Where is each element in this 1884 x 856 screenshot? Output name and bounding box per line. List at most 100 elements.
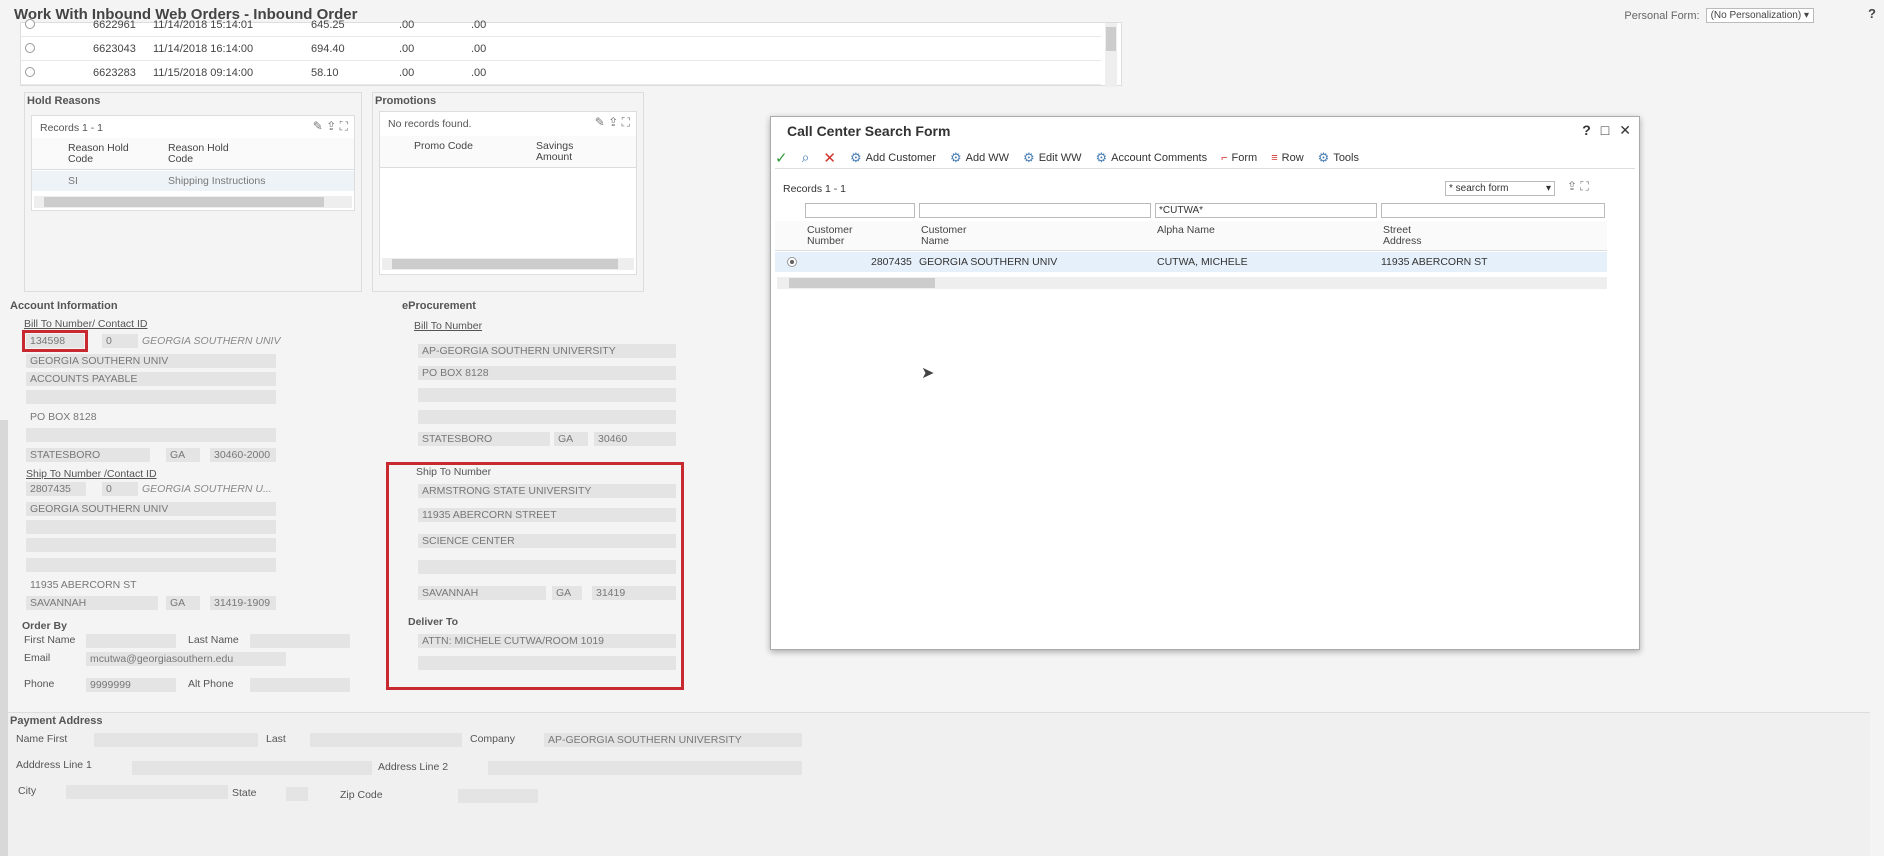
first-name-field[interactable] bbox=[86, 634, 176, 648]
grid-header: Promo Code Savings Amount bbox=[380, 136, 636, 168]
search-form-select[interactable]: * search form ▾ bbox=[1445, 181, 1555, 196]
edit-icon[interactable]: ✎ bbox=[313, 119, 323, 133]
expand-icon[interactable]: ⛶ bbox=[622, 115, 630, 129]
bill-line-4: PO BOX 8128 bbox=[30, 411, 97, 423]
search-icon[interactable]: ⌕ bbox=[802, 149, 810, 166]
zip-code-field[interactable] bbox=[458, 789, 538, 803]
edit-ww-button[interactable]: ⚙ Edit WW bbox=[1023, 150, 1081, 166]
hold-reasons-hscroll[interactable] bbox=[34, 196, 352, 208]
row-radio[interactable] bbox=[25, 19, 35, 29]
name-first-field[interactable] bbox=[94, 733, 258, 747]
deliver-to-label: Deliver To bbox=[408, 616, 458, 628]
payment-address-panel: Payment Address Name First Last Company … bbox=[8, 712, 1870, 856]
expand-icon[interactable]: ⛶ bbox=[340, 119, 348, 133]
account-comments-button[interactable]: ⚙ Account Comments bbox=[1095, 150, 1207, 166]
bill-to-number-field[interactable]: 134598 bbox=[26, 334, 84, 348]
personal-form-select[interactable]: (No Personalization) ▾ bbox=[1705, 8, 1814, 23]
row-radio[interactable] bbox=[25, 43, 35, 53]
bill-line-1: GEORGIA SOUTHERN UNIV bbox=[26, 354, 276, 368]
cancel-x-icon[interactable]: ✕ bbox=[823, 149, 836, 167]
call-center-search-dialog: Call Center Search Form ? □ ✕ ✓ ⌕ ✕ ⚙ Add… bbox=[770, 116, 1640, 650]
eproc-bill-to-label[interactable]: Bill To Number bbox=[414, 320, 482, 332]
close-icon[interactable]: ✕ bbox=[1619, 122, 1631, 139]
deliver-line-2 bbox=[418, 656, 676, 670]
zip-code-label: Zip Code bbox=[340, 789, 383, 801]
company-field[interactable]: AP-GEORGIA SOUTHERN UNIVERSITY bbox=[544, 733, 802, 747]
order-number: 6622961 bbox=[93, 19, 136, 31]
filter-street-address[interactable] bbox=[1381, 203, 1605, 218]
filter-customer-number[interactable] bbox=[805, 203, 915, 218]
row-menu[interactable]: ≡ Row bbox=[1271, 152, 1303, 164]
add-ww-button[interactable]: ⚙ Add WW bbox=[950, 150, 1009, 166]
bill-contact-field[interactable]: 0 bbox=[102, 334, 138, 348]
table-row[interactable]: 6622961 11/14/2018 15:14:01 645.25 .00 .… bbox=[21, 13, 1101, 37]
eproc-bill-state: GA bbox=[554, 432, 588, 446]
ship-to-number-field[interactable]: 2807435 bbox=[26, 482, 86, 496]
state-field[interactable] bbox=[286, 787, 308, 801]
tools-menu[interactable]: ⚙ Tools bbox=[1318, 150, 1359, 166]
grid-header: Reason Hold Code Reason Hold Code bbox=[32, 138, 354, 170]
export-icon[interactable]: ⇪ bbox=[1567, 179, 1577, 193]
col-promo-code: Promo Code bbox=[414, 140, 473, 152]
bill-line-3 bbox=[26, 390, 276, 404]
col-street-address: Street Address bbox=[1383, 224, 1422, 247]
eproc-ship-line-4 bbox=[418, 560, 676, 574]
export-icon[interactable]: ⇪ bbox=[608, 115, 618, 129]
promotions-hscroll[interactable] bbox=[382, 258, 634, 270]
filter-customer-name[interactable] bbox=[919, 203, 1151, 218]
eproc-bill-city: STATESBORO bbox=[418, 432, 550, 446]
table-row[interactable]: 6623043 11/14/2018 16:14:00 694.40 .00 .… bbox=[21, 37, 1101, 61]
last-name-label: Last Name bbox=[188, 634, 239, 646]
row-radio[interactable] bbox=[787, 257, 797, 267]
gear-icon: ⚙ bbox=[1317, 149, 1330, 165]
bill-to-label[interactable]: Bill To Number/ Contact ID bbox=[24, 318, 148, 330]
col-reason-hold-code-2: Reason Hold Code bbox=[168, 142, 229, 165]
records-count: Records 1 - 1 bbox=[40, 122, 104, 134]
ok-check-icon[interactable]: ✓ bbox=[775, 149, 788, 167]
filter-alpha-name[interactable]: *CUTWA* bbox=[1155, 203, 1377, 218]
eproc-bill-line-4 bbox=[418, 410, 676, 424]
ship-to-label[interactable]: Ship To Number /Contact ID bbox=[26, 468, 157, 480]
promotions-grid: No records found. ✎ ⇪ ⛶ Promo Code Savin… bbox=[379, 111, 637, 275]
eproc-ship-line-2: 11935 ABERCORN STREET bbox=[418, 508, 676, 522]
grid-tools: ⇪ ⛶ bbox=[1567, 179, 1589, 194]
last-name-field[interactable] bbox=[250, 634, 350, 648]
hold-reasons-title: Hold Reasons bbox=[27, 95, 101, 107]
table-row[interactable]: 2807435 GEORGIA SOUTHERN UNIV CUTWA, MIC… bbox=[775, 252, 1607, 272]
eproc-bill-line-3 bbox=[418, 388, 676, 402]
eproc-ship-city: SAVANNAH bbox=[418, 586, 546, 600]
orders-scrollbar[interactable] bbox=[1105, 23, 1117, 87]
help-icon[interactable]: ? bbox=[1868, 6, 1876, 21]
table-row[interactable]: SI Shipping Instructions bbox=[32, 171, 354, 191]
left-collapse-bar[interactable] bbox=[0, 420, 8, 856]
email-field[interactable]: mcutwa@georgiasouthern.edu bbox=[86, 652, 286, 666]
address-line-2-label: Address Line 2 bbox=[378, 761, 449, 773]
alt-phone-label: Alt Phone bbox=[188, 678, 234, 690]
account-info-title: Account Information bbox=[10, 300, 118, 312]
bill-zip: 30460-2000 bbox=[210, 448, 276, 462]
dialog-controls: ? □ ✕ bbox=[1582, 122, 1631, 139]
add-customer-button[interactable]: ⚙ Add Customer bbox=[850, 150, 936, 166]
expand-icon[interactable]: ⛶ bbox=[1580, 179, 1588, 193]
personal-form: Personal Form: (No Personalization) ▾ bbox=[1624, 8, 1814, 23]
export-icon[interactable]: ⇪ bbox=[326, 119, 336, 133]
grid-header: Customer Number Customer Name Alpha Name… bbox=[775, 221, 1607, 251]
alt-phone-field[interactable] bbox=[250, 678, 350, 692]
last-field[interactable] bbox=[310, 733, 462, 747]
maximize-icon[interactable]: □ bbox=[1601, 122, 1609, 139]
edit-icon[interactable]: ✎ bbox=[595, 115, 605, 129]
city-field[interactable] bbox=[66, 785, 228, 799]
address-line-2-field[interactable] bbox=[488, 761, 802, 775]
mouse-cursor-icon: ➤ bbox=[921, 365, 935, 382]
order-col: .00 bbox=[399, 43, 415, 55]
help-icon[interactable]: ? bbox=[1582, 122, 1591, 139]
phone-field[interactable]: 9999999 bbox=[86, 678, 176, 692]
row-radio[interactable] bbox=[25, 67, 35, 77]
customer-grid-hscroll[interactable] bbox=[777, 277, 1607, 289]
cell-customer-number: 2807435 bbox=[871, 256, 912, 268]
form-menu[interactable]: ⌐ Form bbox=[1221, 152, 1257, 164]
ship-contact-field[interactable]: 0 bbox=[102, 482, 138, 496]
phone-label: Phone bbox=[24, 678, 55, 690]
table-row[interactable]: 6623283 11/15/2018 09:14:00 58.10 .00 .0… bbox=[21, 61, 1101, 85]
address-line-1-field[interactable] bbox=[132, 761, 372, 775]
